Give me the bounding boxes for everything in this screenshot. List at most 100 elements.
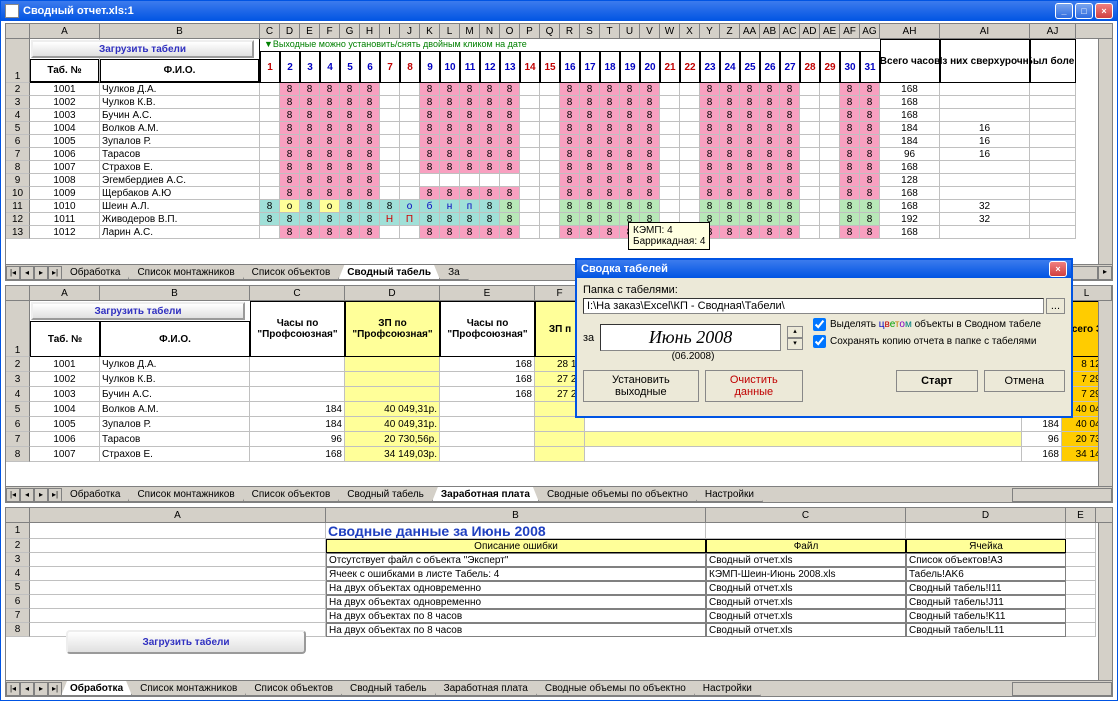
tab-Список монтажников[interactable]: Список монтажников	[128, 487, 243, 502]
tab-Обработка[interactable]: Обработка	[61, 681, 132, 696]
folder-input[interactable]	[583, 298, 1044, 314]
load-button-3[interactable]: Загрузить табели	[66, 630, 306, 654]
tab-Обработка[interactable]: Обработка	[61, 265, 129, 280]
day-15[interactable]: 15	[540, 51, 560, 83]
day-3[interactable]: 3	[300, 51, 320, 83]
hdr-fio: Ф.И.О.	[100, 59, 259, 82]
day-13[interactable]: 13	[500, 51, 520, 83]
tab-prev[interactable]: ◂	[20, 266, 34, 280]
table-row: 6 1005 Зупалов Р.88888888888888888888881…	[6, 135, 1112, 148]
table-row: 8 1007 Страхов Е.88888888888888888888881…	[6, 161, 1112, 174]
minimize-button[interactable]: _	[1055, 3, 1073, 19]
vscroll-2[interactable]	[1098, 301, 1112, 486]
tab-last[interactable]: ▸|	[48, 266, 62, 280]
table-row: 6 1005 Зупалов Р. 184 40 049,31р. 184 40…	[6, 417, 1112, 432]
day-7[interactable]: 7	[380, 51, 400, 83]
close-button[interactable]: ×	[1095, 3, 1113, 19]
tabstrip-2: |◂◂▸▸| ОбработкаСписок монтажниковСписок…	[6, 486, 1112, 502]
dialog-close[interactable]: ×	[1049, 261, 1067, 277]
day-2[interactable]: 2	[280, 51, 300, 83]
vscroll-1[interactable]	[1098, 39, 1112, 264]
tab-next[interactable]: ▸	[34, 266, 48, 280]
tab-Сводный табель[interactable]: Сводный табель	[341, 681, 436, 696]
col-AJ[interactable]: AJ	[1030, 24, 1076, 38]
col-AI[interactable]: AI	[940, 24, 1030, 38]
col-AH[interactable]: AH	[880, 24, 940, 38]
tab-Настройки[interactable]: Настройки	[696, 487, 763, 502]
col-A[interactable]: A	[30, 24, 100, 38]
browse-button[interactable]: ...	[1046, 298, 1065, 314]
month-spinner[interactable]: ▴▾	[787, 326, 803, 350]
tab-Сводный табель[interactable]: Сводный табель	[338, 487, 433, 502]
table-row: 7 На двух объектах по 8 часов Сводный от…	[6, 609, 1112, 623]
day-23[interactable]: 23	[700, 51, 720, 83]
day-16[interactable]: 16	[560, 51, 580, 83]
load-button-1[interactable]: Загрузить табели	[31, 40, 254, 58]
tab-Список монтажников[interactable]: Список монтажников	[131, 681, 246, 696]
day-25[interactable]: 25	[740, 51, 760, 83]
day-18[interactable]: 18	[600, 51, 620, 83]
load-button-2[interactable]: Загрузить табели	[31, 302, 245, 320]
day-19[interactable]: 19	[620, 51, 640, 83]
day-17[interactable]: 17	[580, 51, 600, 83]
dialog-svodka: Сводка табелей × Папка с табелями: ... з…	[575, 258, 1073, 418]
set-holidays-button[interactable]: Установить выходные	[583, 370, 699, 402]
day-29[interactable]: 29	[820, 51, 840, 83]
tab-Обработка[interactable]: Обработка	[61, 487, 129, 502]
day-31[interactable]: 31	[860, 51, 880, 83]
day-11[interactable]: 11	[460, 51, 480, 83]
tab-first[interactable]: |◂	[6, 266, 20, 280]
tab-За[interactable]: За	[439, 265, 469, 280]
day-27[interactable]: 27	[780, 51, 800, 83]
day-22[interactable]: 22	[680, 51, 700, 83]
chk-highlight[interactable]	[813, 318, 826, 331]
day-21[interactable]: 21	[660, 51, 680, 83]
tab-Список объектов[interactable]: Список объектов	[243, 265, 340, 280]
select-all[interactable]	[6, 24, 30, 38]
tabstrip-3: |◂◂▸▸| ОбработкаСписок монтажниковСписок…	[6, 680, 1112, 696]
cell-tooltip: КЭМП: 4 Баррикадная: 4	[628, 222, 710, 250]
tab-Сводные объемы по объектно[interactable]: Сводные объемы по объектно	[536, 681, 695, 696]
tab-Сводный табель[interactable]: Сводный табель	[338, 265, 440, 280]
chk-savecopy[interactable]	[813, 335, 826, 348]
vscroll-3[interactable]	[1098, 523, 1112, 680]
scroll-right-btn[interactable]: ▸	[1098, 266, 1112, 280]
day-6[interactable]: 6	[360, 51, 380, 83]
day-9[interactable]: 9	[420, 51, 440, 83]
tab-Список объектов[interactable]: Список объектов	[243, 487, 340, 502]
tab-Список объектов[interactable]: Список объектов	[245, 681, 342, 696]
day-10[interactable]: 10	[440, 51, 460, 83]
col-B[interactable]: B	[100, 24, 260, 38]
table-row: 5 На двух объектах одновременно Сводный …	[6, 581, 1112, 595]
weekend-hint: ▼Выходные можно установить/снять двойным…	[260, 39, 880, 51]
dialog-title: Сводка табелей	[581, 263, 668, 275]
table-row: 12 1011 Живодеров В.П.888888НП8888888888…	[6, 213, 1112, 226]
day-5[interactable]: 5	[340, 51, 360, 83]
tab-Сводные объемы по объектно[interactable]: Сводные объемы по объектно	[538, 487, 697, 502]
day-12[interactable]: 12	[480, 51, 500, 83]
day-24[interactable]: 24	[720, 51, 740, 83]
table-row: 8 1007 Страхов Е. 168 34 149,03р. 168 34…	[6, 447, 1112, 462]
tab-Настройки[interactable]: Настройки	[694, 681, 761, 696]
table-row: 4 1003 Бучин А.С.88888888888888888888881…	[6, 109, 1112, 122]
day-30[interactable]: 30	[840, 51, 860, 83]
tab-Список монтажников[interactable]: Список монтажников	[128, 265, 243, 280]
cancel-button[interactable]: Отмена	[984, 370, 1065, 392]
day-20[interactable]: 20	[640, 51, 660, 83]
table-row: 4 Ячеек с ошибками в листе Табель: 4 КЭМ…	[6, 567, 1112, 581]
tab-Заработная плата[interactable]: Заработная плата	[432, 487, 539, 502]
day-1[interactable]: 1	[260, 51, 280, 83]
start-button[interactable]: Старт	[896, 370, 977, 392]
app-icon	[5, 4, 19, 18]
table-row: 7 1006 Тарасов 96 20 730,56р. 96 20 730,	[6, 432, 1112, 447]
clear-data-button[interactable]: Очистить данные	[705, 370, 803, 402]
day-26[interactable]: 26	[760, 51, 780, 83]
tab-Заработная плата[interactable]: Заработная плата	[435, 681, 537, 696]
maximize-button[interactable]: □	[1075, 3, 1093, 19]
day-4[interactable]: 4	[320, 51, 340, 83]
table-row: 10 1009 Щербаков А.Ю88888888888888888888…	[6, 187, 1112, 200]
day-8[interactable]: 8	[400, 51, 420, 83]
day-28[interactable]: 28	[800, 51, 820, 83]
day-14[interactable]: 14	[520, 51, 540, 83]
main-titlebar: Сводный отчет.xls:1 _ □ ×	[1, 1, 1117, 21]
